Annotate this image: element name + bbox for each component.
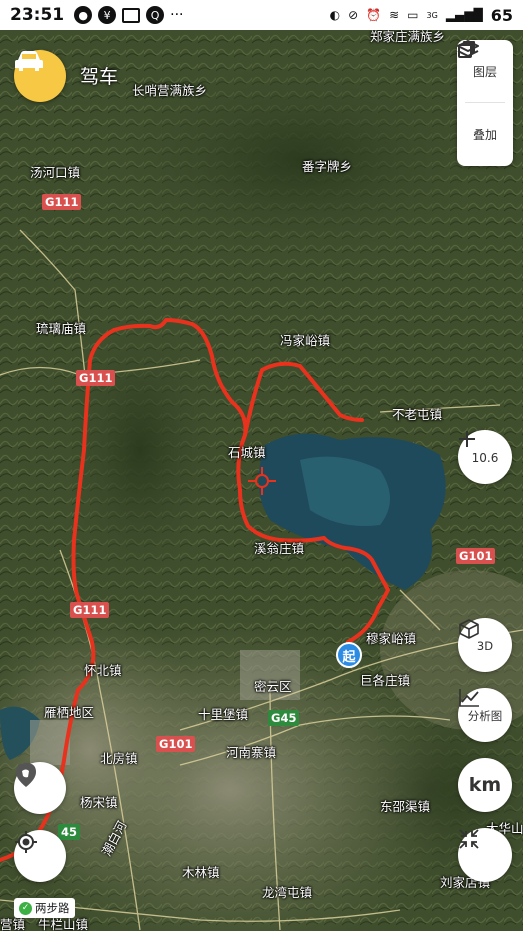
sim-icon: ▭ (407, 8, 419, 22)
collapse-button[interactable] (458, 828, 512, 882)
system-icons: ◐ ⊘ ⏰ ≋ ▭ 3G ▂▄▆█ 65 (330, 6, 513, 25)
place-label: 长哨营满族乡 (132, 83, 208, 98)
yen-icon: ¥ (98, 6, 117, 24)
alarm-icon: ⏰ (366, 8, 382, 22)
place-label: 石城镇 (228, 445, 266, 460)
search-q-icon: Q (146, 6, 165, 24)
signal-icon: ▂▄▆█ (445, 8, 483, 22)
overlay-icon (457, 40, 479, 57)
place-label: 穆家峪镇 (366, 631, 417, 646)
zoom-button[interactable]: 10.6 (458, 430, 512, 484)
analysis-label: 分析图 (467, 709, 503, 723)
status-bar: 23:51 ● ¥ Q ··· ◐ ⊘ ⏰ ≋ ▭ 3G ▂▄▆█ 65 (0, 0, 523, 30)
wifi-icon: ≋ (389, 8, 400, 22)
nfc-icon: ◐ (329, 8, 341, 22)
3d-label: 3D (476, 639, 494, 653)
zoom-level: 10.6 (471, 450, 499, 465)
overlay-button[interactable]: 叠加 (457, 40, 513, 165)
place-label: 雁栖地区 (44, 705, 95, 720)
road-shield: G111 (70, 602, 110, 618)
shrink-arrows-icon (459, 829, 479, 849)
place-label: 不老屯镇 (392, 407, 443, 422)
drive-mode-button[interactable] (14, 50, 66, 102)
place-label: 密云区 (254, 679, 292, 694)
place-label: 巨各庄镇 (360, 673, 411, 688)
place-label: 东邵渠镇 (380, 799, 431, 814)
car-icon (15, 51, 43, 71)
place-label: 溪翁庄镇 (254, 541, 305, 556)
shield-check-icon: ✓ (19, 901, 32, 915)
place-label: 木林镇 (182, 865, 220, 880)
notification-icons: ● ¥ Q ··· (74, 6, 183, 24)
status-time: 23:51 (10, 5, 65, 25)
3d-button[interactable]: 3D (458, 618, 512, 672)
map-view[interactable]: 郑家庄满族乡 长哨营满族乡 汤河口镇 番字牌乡 琉璃庙镇 冯家峪镇 不老屯镇 石… (0, 30, 523, 931)
more-dots-icon: ··· (170, 7, 184, 23)
unit-button[interactable]: km (458, 758, 512, 812)
place-label: 郑家庄满族乡 (370, 30, 446, 44)
mode-label: 驾车 (80, 66, 119, 88)
analysis-button[interactable]: 分析图 (458, 688, 512, 742)
road-shield: G111 (42, 194, 82, 210)
place-label: 杨宋镇 (80, 795, 118, 810)
locate-icon (15, 831, 37, 853)
chat-bubble-icon: ● (74, 6, 93, 24)
unit-label: km (468, 774, 502, 796)
place-label: 怀北镇 (84, 663, 122, 678)
locate-button[interactable] (14, 830, 66, 882)
road-shield: G45 (268, 710, 300, 726)
road-shield: 45 (58, 824, 81, 840)
place-label: 北房镇 (100, 751, 138, 766)
overlay-label: 叠加 (472, 127, 497, 142)
app-badge: ✓ 两步路 (14, 898, 75, 918)
cube-icon (459, 619, 479, 639)
layer-panel: 图层 叠加 (457, 40, 513, 166)
map-pin-shoe-icon (16, 763, 36, 787)
track-button[interactable] (14, 762, 66, 814)
image-icon (122, 7, 141, 23)
place-label: 十里堡镇 (198, 707, 249, 722)
battery-level: 65 (490, 5, 513, 25)
place-label: 冯家峪镇 (280, 333, 331, 348)
layers-label: 图层 (472, 64, 497, 79)
place-label: 河南寨镇 (226, 745, 277, 760)
place-label: 汤河口镇 (30, 165, 81, 180)
road-shield: G101 (456, 548, 496, 564)
app-badge-label: 两步路 (35, 901, 70, 915)
place-label: 琉璃庙镇 (36, 321, 87, 336)
place-label: 番字牌乡 (302, 159, 353, 174)
plus-icon (459, 431, 475, 447)
road-shield: G111 (76, 370, 116, 386)
place-label: 龙湾屯镇 (262, 885, 313, 900)
network-type: 3G (426, 10, 438, 20)
chart-line-icon (459, 689, 479, 707)
start-marker[interactable]: 起 (336, 642, 362, 668)
mute-icon: ⊘ (348, 8, 359, 22)
road-shield: G101 (156, 736, 196, 752)
